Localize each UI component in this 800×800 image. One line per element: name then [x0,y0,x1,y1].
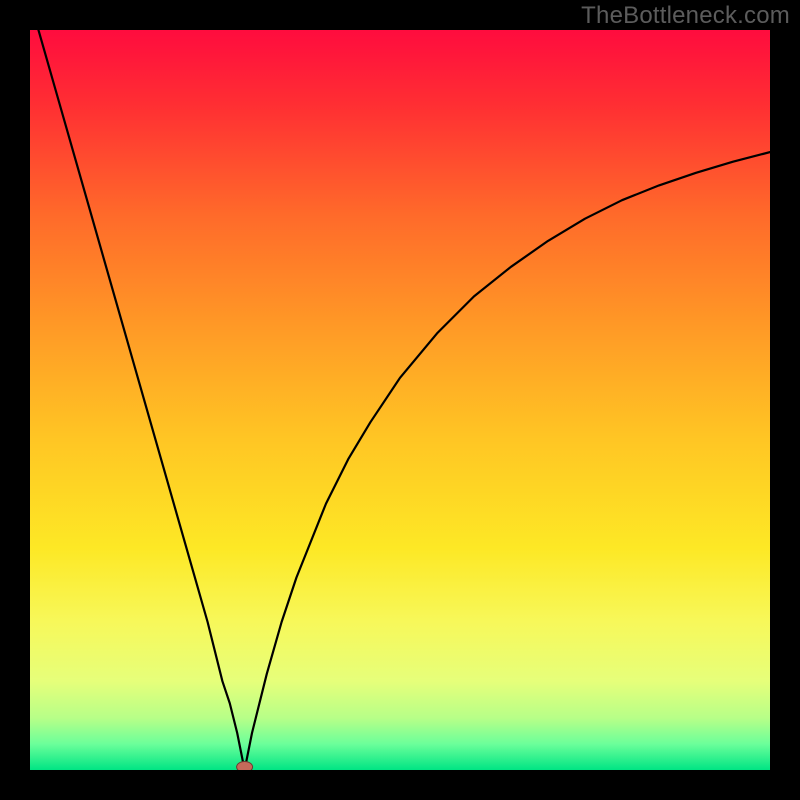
plot-area [30,30,770,770]
watermark-text: TheBottleneck.com [581,2,790,30]
chart-svg [30,30,770,770]
minimum-marker [237,762,253,771]
chart-frame: TheBottleneck.com [0,0,800,800]
gradient-background [30,30,770,770]
